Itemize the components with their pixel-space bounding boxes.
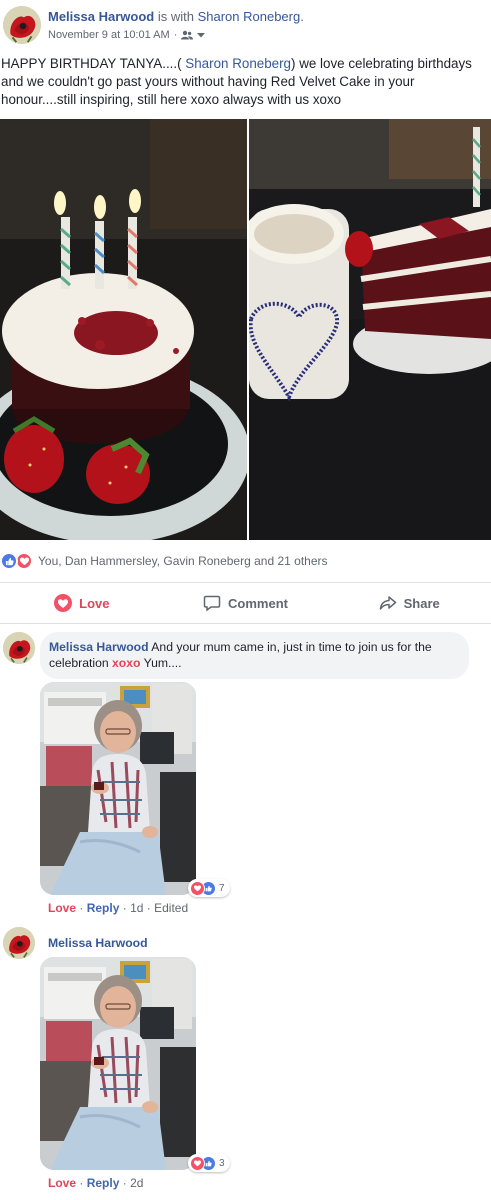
comment-photo[interactable]: [40, 682, 196, 895]
poppy-avatar-image: [3, 927, 35, 959]
tagged-person-link[interactable]: Sharon Roneberg: [198, 9, 301, 24]
post-header: Melissa Harwood is with Sharon Roneberg.…: [0, 0, 491, 50]
comment-reaction-count: 3: [219, 1157, 225, 1169]
comment-highlight[interactable]: xoxo: [112, 656, 140, 670]
comment-author[interactable]: Melissa Harwood: [49, 640, 149, 654]
separator: ·: [79, 1176, 84, 1190]
post-timestamp[interactable]: November 9 at 10:01 AM: [48, 29, 170, 41]
comment-love-link[interactable]: Love: [48, 1176, 76, 1190]
poppy-avatar-image: [3, 632, 35, 664]
separator: ·: [122, 901, 127, 915]
comment-reactions[interactable]: 7: [188, 879, 230, 897]
tagged-suffix: .: [300, 9, 304, 24]
comment-button-label: Comment: [228, 595, 288, 611]
comment-love-link[interactable]: Love: [48, 901, 76, 915]
reactions-summary-text[interactable]: You, Dan Hammersley, Gavin Roneberg and …: [38, 554, 328, 568]
comment-time[interactable]: 2d: [130, 1176, 143, 1190]
poppy-avatar-image: [3, 6, 41, 44]
comment-button[interactable]: Comment: [164, 585, 328, 621]
comment-actions: Love · Reply · 2d: [48, 1176, 143, 1190]
comment-reaction-count: 7: [219, 882, 225, 894]
love-button[interactable]: Love: [0, 585, 164, 621]
love-icon: [190, 880, 205, 896]
share-icon: [379, 596, 396, 610]
reaction-icons: [0, 552, 36, 570]
comment-icon: [203, 595, 221, 612]
like-icon: [0, 552, 18, 570]
post-body: HAPPY BIRTHDAY TANYA....( Sharon Roneber…: [1, 55, 487, 109]
woman-with-cake-image: [40, 957, 196, 1170]
comment-reply-link[interactable]: Reply: [87, 1176, 120, 1190]
woman-with-cake-image: [40, 682, 196, 895]
post-photo-cake[interactable]: [0, 119, 247, 540]
share-button[interactable]: Share: [327, 585, 491, 621]
post-author-line: Melissa Harwood is with Sharon Roneberg.: [48, 9, 304, 24]
reactions-summary[interactable]: You, Dan Hammersley, Gavin Roneberg and …: [0, 550, 328, 572]
post-text-tag[interactable]: Sharon Roneberg: [185, 56, 291, 71]
comment-avatar[interactable]: [3, 632, 35, 664]
post-meta: November 9 at 10:01 AM ·: [48, 29, 206, 41]
coffee-cake-image: [249, 119, 491, 540]
separator: ·: [146, 901, 151, 915]
post-author-name[interactable]: Melissa Harwood: [48, 9, 154, 24]
comment-edited[interactable]: Edited: [154, 901, 188, 915]
cake-candles-image: [0, 119, 247, 540]
meta-separator: ·: [173, 29, 178, 41]
author-avatar[interactable]: [3, 6, 41, 44]
with-text: is with: [157, 9, 194, 24]
comment-reply-link[interactable]: Reply: [87, 901, 120, 915]
comment-author[interactable]: Melissa Harwood: [48, 936, 148, 950]
post-actions: Love Comment Share: [0, 585, 491, 621]
share-button-label: Share: [403, 595, 440, 611]
divider-top: [0, 582, 491, 583]
audience-dropdown-icon[interactable]: [197, 32, 206, 38]
divider-bottom: [0, 623, 491, 624]
post-text-part1: HAPPY BIRTHDAY TANYA....(: [1, 56, 186, 71]
love-reaction-icon: [54, 594, 73, 612]
separator: ·: [79, 901, 84, 915]
love-button-label: Love: [79, 595, 110, 611]
comment-photo[interactable]: [40, 957, 196, 1170]
comment-text-part2: Yum....: [140, 656, 182, 670]
comment-bubble: Melissa Harwood And your mum came in, ju…: [40, 632, 469, 679]
comment-actions: Love · Reply · 1d · Edited: [48, 901, 188, 915]
comment-avatar[interactable]: [3, 927, 35, 959]
post-photo-coffee[interactable]: [249, 119, 491, 540]
separator: ·: [122, 1176, 127, 1190]
comment-reactions[interactable]: 3: [188, 1154, 230, 1172]
comment-time[interactable]: 1d: [130, 901, 143, 915]
love-icon: [190, 1155, 205, 1171]
friends-icon[interactable]: [181, 30, 194, 40]
